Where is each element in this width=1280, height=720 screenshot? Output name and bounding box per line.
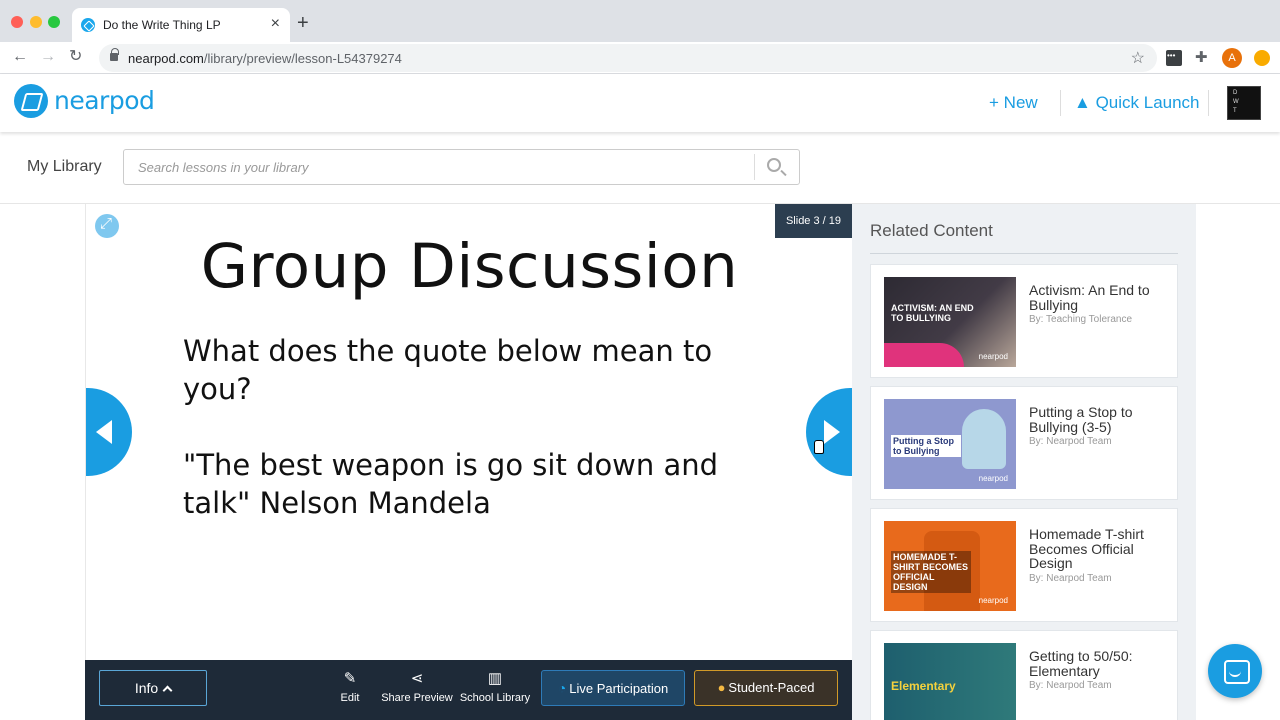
- extension-icon[interactable]: [1166, 50, 1182, 66]
- nearpod-logo-icon[interactable]: [14, 84, 48, 118]
- slide-quote: "The best weapon is go sit down and talk…: [183, 448, 719, 520]
- school-library-label: School Library: [459, 692, 531, 704]
- live-participation-button[interactable]: ◔ Live Participation: [541, 670, 685, 706]
- lesson-thumbnail: ACTIVISM: AN END TO BULLYING nearpod: [884, 277, 1016, 367]
- library-search-input[interactable]: Search lessons in your library: [123, 149, 800, 185]
- plus-icon: +: [989, 93, 999, 112]
- lesson-thumbnail: Putting a Stop to Bullying nearpod: [884, 399, 1016, 489]
- divider: [870, 253, 1178, 254]
- related-card[interactable]: Elementary Getting to 50/50: Elementary …: [870, 630, 1178, 720]
- related-card-title: Activism: An End to Bullying By: Teachin…: [1029, 283, 1169, 328]
- lesson-thumbnail: HOMEMADE T-SHIRT BECOMES OFFICIAL DESIGN…: [884, 521, 1016, 611]
- live-participation-label: Live Participation: [569, 681, 669, 696]
- card-author: By: Teaching Tolerance: [1029, 314, 1133, 325]
- share-preview-label: Share Preview: [381, 692, 453, 704]
- app-header: nearpod + New ▲ Quick Launch: [0, 74, 1280, 132]
- tab-title: Do the Write Thing LP: [103, 18, 221, 32]
- info-button[interactable]: Info: [99, 670, 207, 706]
- minimize-window-icon[interactable]: [30, 16, 42, 28]
- student-paced-button[interactable]: ● Student-Paced: [694, 670, 838, 706]
- url-path: /library/preview/lesson-L54379274: [203, 51, 402, 66]
- student-paced-label: Student-Paced: [728, 680, 815, 695]
- forward-arrow-icon[interactable]: →: [40, 48, 56, 66]
- thumbnail-text: HOMEMADE T-SHIRT BECOMES OFFICIAL DESIGN: [891, 551, 971, 593]
- related-content-panel: Related Content ACTIVISM: AN END TO BULL…: [852, 204, 1196, 720]
- previous-slide-button[interactable]: [86, 388, 132, 476]
- school-building-icon: ▥: [487, 670, 503, 687]
- new-tab-icon[interactable]: +: [297, 13, 309, 33]
- next-slide-button[interactable]: [806, 388, 852, 476]
- share-preview-button[interactable]: ⋖ Share Preview: [377, 670, 457, 704]
- library-bar: My Library Search lessons in your librar…: [0, 132, 1280, 204]
- browser-tab-bar: Do the Write Thing LP × +: [0, 0, 1280, 42]
- new-button-label: New: [1003, 93, 1038, 112]
- related-card-title: Putting a Stop to Bullying (3-5) By: Nea…: [1029, 405, 1169, 450]
- card-author: By: Nearpod Team: [1029, 436, 1112, 447]
- lesson-thumbnail: Elementary: [884, 643, 1016, 720]
- thumbnail-text: Putting a Stop to Bullying: [891, 435, 961, 457]
- nearpod-watermark: nearpod: [978, 596, 1008, 605]
- user-avatar[interactable]: [1227, 86, 1261, 120]
- card-title-text: Getting to 50/50: Elementary: [1029, 648, 1133, 679]
- card-title-text: Putting a Stop to Bullying (3-5): [1029, 404, 1133, 435]
- browser-toolbar: ← → ↻ nearpod.com/library/preview/lesson…: [0, 42, 1280, 74]
- search-icon[interactable]: [767, 158, 781, 172]
- slide-preview: Slide 3 / 19 Group Discussion What does …: [85, 204, 852, 660]
- maximize-window-icon[interactable]: [48, 16, 60, 28]
- related-card[interactable]: HOMEMADE T-SHIRT BECOMES OFFICIAL DESIGN…: [870, 508, 1178, 622]
- lock-icon: [110, 48, 119, 61]
- chat-support-button[interactable]: [1208, 644, 1262, 698]
- card-author: By: Nearpod Team: [1029, 572, 1112, 584]
- quick-launch-button[interactable]: ▲ Quick Launch: [1074, 93, 1200, 113]
- school-library-button[interactable]: ▥ School Library: [455, 670, 535, 704]
- nearpod-watermark: nearpod: [978, 474, 1008, 483]
- extension-badge-icon[interactable]: [1254, 50, 1270, 66]
- back-arrow-icon[interactable]: ←: [12, 48, 28, 66]
- card-author: By: Nearpod Team: [1029, 680, 1112, 691]
- hand-cursor-icon: [814, 440, 824, 454]
- library-title[interactable]: My Library: [27, 158, 102, 176]
- rocket-icon: ▲: [1074, 93, 1091, 112]
- close-window-icon[interactable]: [11, 16, 23, 28]
- bookmark-star-icon[interactable]: ☆: [1131, 48, 1145, 68]
- thumbnail-text: ACTIVISM: AN END TO BULLYING: [891, 303, 974, 323]
- related-card-title: Homemade T-shirt Becomes Official Design…: [1029, 527, 1169, 586]
- student-icon: ●: [717, 680, 726, 695]
- related-card[interactable]: ACTIVISM: AN END TO BULLYING nearpod Act…: [870, 264, 1178, 378]
- nearpod-favicon-icon: [81, 18, 95, 32]
- puzzle-extensions-icon[interactable]: ✚: [1195, 48, 1211, 66]
- slide-body: What does the quote below mean to you? "…: [183, 332, 743, 560]
- address-bar[interactable]: nearpod.com/library/preview/lesson-L5437…: [99, 44, 1157, 72]
- slide-question: What does the quote below mean to you?: [183, 334, 713, 406]
- tab-close-icon[interactable]: ×: [271, 15, 280, 33]
- chevron-up-icon: [162, 685, 173, 696]
- profile-avatar[interactable]: A: [1222, 48, 1242, 68]
- url-domain: nearpod.com: [128, 51, 204, 66]
- slide-heading: Group Discussion: [200, 231, 739, 302]
- related-content-title: Related Content: [870, 221, 993, 240]
- card-title-text: Activism: An End to Bullying: [1029, 282, 1150, 313]
- header-divider: [1060, 90, 1061, 116]
- url-text: nearpod.com/library/preview/lesson-L5437…: [128, 51, 402, 66]
- broadcast-icon: ◔: [557, 680, 567, 696]
- search-divider: [754, 154, 755, 180]
- preview-toolbar: Info ✎ Edit ⋖ Share Preview ▥ School Lib…: [85, 660, 852, 720]
- related-card-title: Getting to 50/50: Elementary By: Nearpod…: [1029, 649, 1169, 694]
- nearpod-watermark: nearpod: [978, 352, 1008, 361]
- related-card[interactable]: Putting a Stop to Bullying nearpod Putti…: [870, 386, 1178, 500]
- share-icon: ⋖: [410, 670, 424, 687]
- new-button[interactable]: + New: [989, 93, 1038, 113]
- header-divider: [1208, 90, 1209, 116]
- search-placeholder: Search lessons in your library: [138, 160, 309, 175]
- card-title-text: Homemade T-shirt Becomes Official Design: [1029, 526, 1144, 571]
- thumbnail-text: Elementary: [891, 679, 956, 693]
- edit-label: Edit: [340, 692, 360, 704]
- info-button-label: Info: [134, 680, 159, 696]
- nearpod-logo-text[interactable]: nearpod: [54, 86, 155, 115]
- browser-tab[interactable]: Do the Write Thing LP ×: [72, 8, 290, 42]
- reload-icon[interactable]: ↻: [69, 48, 82, 66]
- quick-launch-label: Quick Launch: [1095, 93, 1200, 112]
